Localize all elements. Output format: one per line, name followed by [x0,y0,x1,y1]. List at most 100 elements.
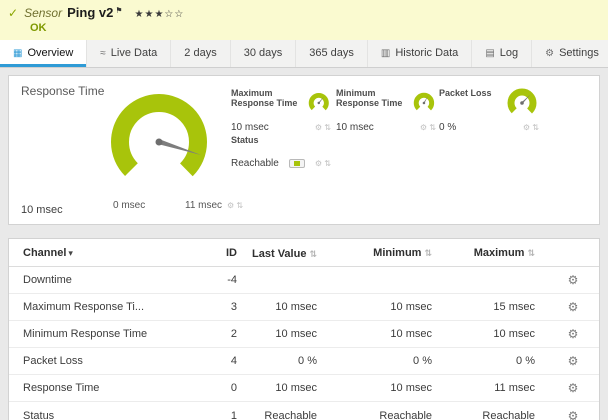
cell-minimum: Reachable [379,409,432,420]
cell-maximum: 10 msec [493,328,535,341]
max-response-gauge [309,92,330,114]
cell-id: 3 [230,301,237,314]
packet-loss-gauge [507,88,537,118]
tab-label: Log [499,47,519,59]
priority-stars[interactable]: ★★★☆☆ [135,9,185,20]
page-title: Ping v2 [67,5,114,20]
cell-channel: Minimum Response Time [23,328,148,341]
table-row[interactable]: Downtime -4 ⚙ [9,267,599,295]
overview-icon: ▦ [13,48,23,59]
channel-settings-gear-icon[interactable]: ⚙ [568,273,579,287]
tab-historic-data[interactable]: ▥ Historic Data [368,40,473,67]
cell-minimum: 10 msec [390,382,432,395]
channel-settings-gear-icon[interactable]: ⚙ [568,327,579,341]
status-check-icon: ✓ [8,6,19,20]
cell-channel: Maximum Response Ti... [23,301,145,314]
tab-2-days[interactable]: 2 days [171,40,231,67]
sort-icon: ⇅ [424,248,432,258]
cell-maximum: Reachable [482,409,535,420]
column-header-id[interactable]: ID [192,247,237,259]
gauge-scale-max: 11 msec [185,200,223,211]
channel-settings-gear-icon[interactable]: ⚙ [568,354,579,368]
cell-minimum: 10 msec [390,301,432,314]
gear-icon: ⚙ [545,48,555,59]
column-label: ID [226,247,237,259]
cell-id: 2 [230,328,237,341]
tab-live-data[interactable]: ≈ Live Data [87,40,172,67]
cell-id: 4 [230,355,237,368]
column-header-maximum[interactable]: Maximum ⇅ [432,247,547,259]
tab-label: Live Data [110,47,158,59]
channel-table: Channel ▾ ID Last Value ⇅ Minimum ⇅ Maximum… [8,238,600,420]
tab-overview[interactable]: ▦ Overview [0,40,88,67]
tab-label: Historic Data [395,47,459,59]
tab-label: 30 days [243,47,283,59]
channel-settings-gear-icon[interactable]: ⚙ [568,409,579,420]
main-gauge-title: Response Time [21,84,105,98]
tab-bar: ▦ Overview ≈ Live Data 2 days 30 days 36… [0,40,608,68]
log-icon: ▤ [485,48,495,59]
gauge-option-icons[interactable]: ⚙ ⇅ [315,159,331,168]
tab-30-days[interactable]: 30 days [231,40,297,67]
cell-minimum: 10 msec [390,328,432,341]
main-content: Response Time 0 msec 11 msec ⚙ ⇅ 10 msec… [0,68,608,420]
mini-gauge-title: Minimum Response Time [336,88,403,108]
min-response-gauge [413,92,435,114]
cell-id: 1 [230,409,237,420]
table-row[interactable]: Packet Loss 4 0 % 0 % 0 % ⚙ [9,348,599,376]
gauge-option-icons[interactable]: ⚙ ⇅ [227,201,243,210]
column-label: Maximum [473,247,525,259]
status-value: Reachable [231,158,279,169]
channel-settings-gear-icon[interactable]: ⚙ [568,381,579,395]
cell-channel: Status [23,409,55,420]
column-header-minimum[interactable]: Minimum ⇅ [317,247,432,259]
column-header-last-value[interactable]: Last Value ⇅ [237,247,317,261]
sort-icon: ⇅ [527,248,535,258]
gauge-option-icons[interactable]: ⚙ ⇅ [420,123,436,132]
table-row[interactable]: Status 1 Reachable Reachable Reachable ⚙ [9,402,599,420]
sensor-header: ✓ Sensor Ping v2 ⚑ ★★★☆☆ OK [0,0,608,40]
column-header-channel[interactable]: Channel ▾ [9,247,192,259]
mini-gauge-value: 10 msec [336,122,374,133]
cell-id: 0 [230,382,237,395]
status-title: Status [231,135,259,145]
tab-label: Overview [27,47,74,59]
sort-icon: ⇅ [309,249,317,259]
main-gauge-value: 10 msec [21,204,63,216]
status-badge: OK [30,22,47,34]
tab-label: Settings [559,47,599,59]
cell-channel: Downtime [23,274,72,287]
response-time-gauge [111,94,207,190]
mini-gauge-max-response: Maximum Response Time 10 msec ⚙ ⇅ [231,86,331,133]
table-row[interactable]: Response Time 0 10 msec 10 msec 11 msec … [9,375,599,403]
cell-channel: Response Time [23,382,100,395]
column-label: Last Value [252,248,307,260]
object-kind-label: Sensor [24,6,63,20]
historic-data-icon: ▥ [380,48,391,59]
mini-gauge-value: 10 msec [231,122,269,133]
priority-flag-icon[interactable]: ⚑ [115,6,122,15]
cell-id: -4 [227,274,237,287]
tab-settings[interactable]: ⚙ Settings [532,40,608,67]
table-row[interactable]: Minimum Response Time 2 10 msec 10 msec … [9,321,599,349]
column-label: Minimum [373,247,422,259]
gauge-option-icons[interactable]: ⚙ ⇅ [315,123,331,132]
tab-log[interactable]: ▤ Log [472,40,533,67]
column-label: Channel [23,247,67,259]
cell-channel: Packet Loss [23,355,83,368]
tab-365-days[interactable]: 365 days [296,40,368,67]
live-data-icon: ≈ [100,48,106,59]
tab-label: 365 days [309,47,354,59]
cell-maximum: 11 msec [494,382,535,395]
mini-gauge-title: Packet Loss [439,88,492,98]
cell-maximum: 15 msec [493,301,535,314]
gauge-option-icons[interactable]: ⚙ ⇅ [523,123,539,132]
gauge-scale-min: 0 msec [113,200,146,211]
table-row[interactable]: Maximum Response Ti... 3 10 msec 10 msec… [9,294,599,322]
gauge-panel: Response Time 0 msec 11 msec ⚙ ⇅ 10 msec… [8,75,600,225]
cell-maximum: 0 % [516,355,535,368]
cell-last-value: 10 msec [275,328,317,341]
channel-settings-gear-icon[interactable]: ⚙ [568,300,579,314]
cell-last-value: Reachable [264,409,317,420]
cell-minimum: 0 % [413,355,432,368]
